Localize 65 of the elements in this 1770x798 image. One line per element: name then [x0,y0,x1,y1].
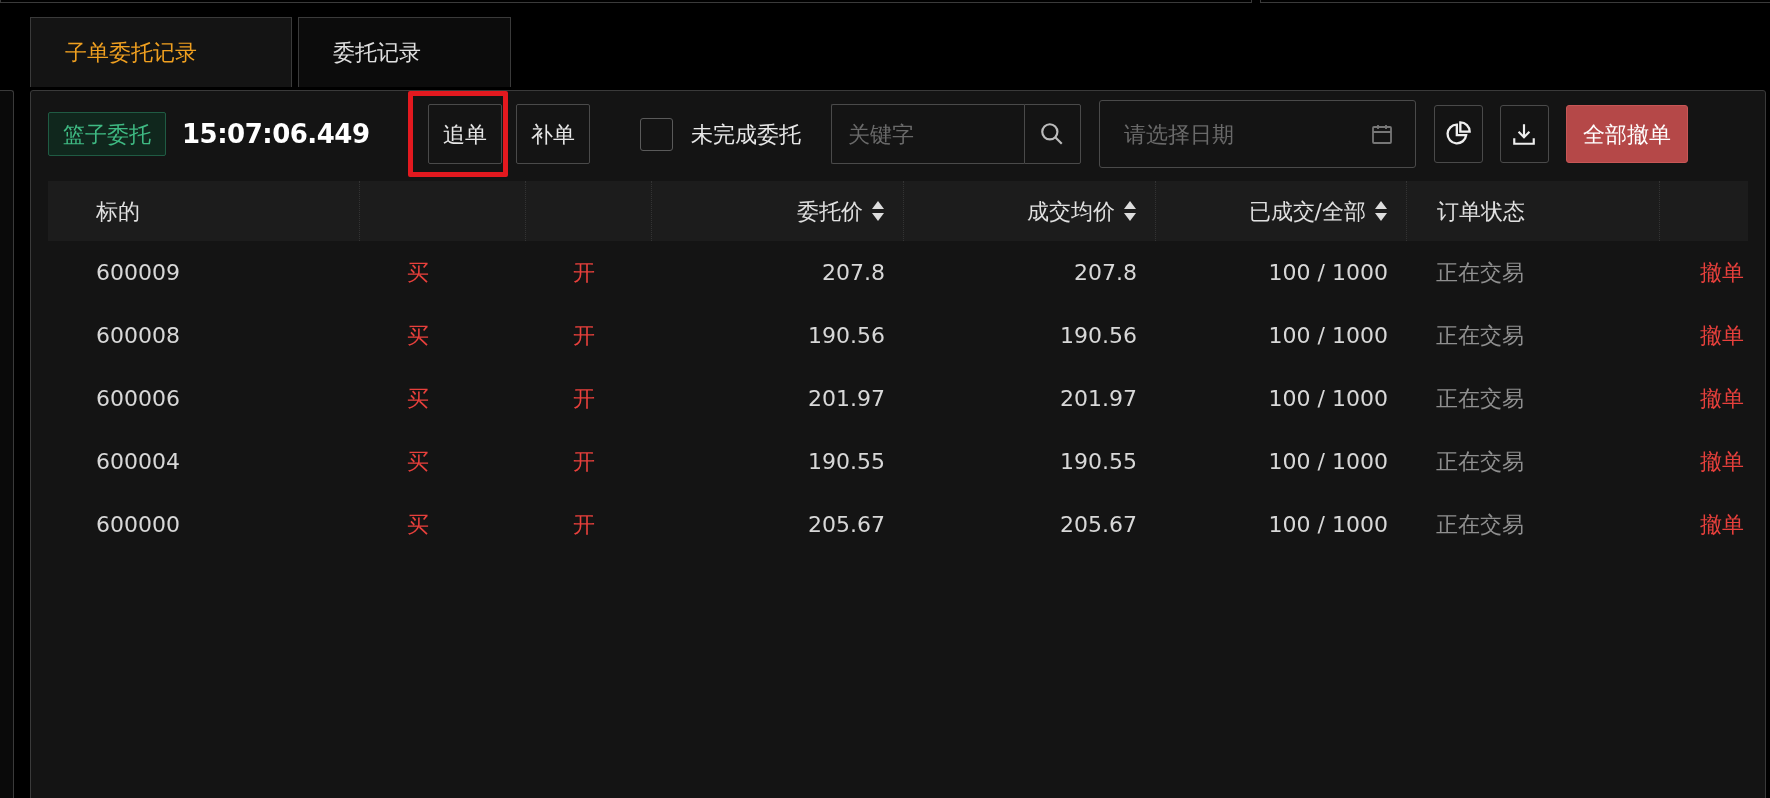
time-text: 15:07:06.449 [182,117,370,151]
date-field[interactable]: 请选择日期 [1098,100,1416,168]
status-cell-text: 正在交易 [1436,385,1524,413]
avg-price-cell-text: 201.97 [1060,385,1137,413]
symbol-cell-text: 600006 [96,385,180,413]
side-cell-text: 买 [407,448,429,476]
status-cell-text: 正在交易 [1436,511,1524,539]
search-icon [1039,121,1065,147]
offset-cell-text: 开 [573,322,595,350]
avg-price-cell-text: 205.67 [1060,511,1137,539]
symbol-cell-text: 600008 [96,322,180,350]
price-cell-text: 207.8 [822,259,885,287]
search-button[interactable] [1023,104,1081,164]
filled-cell-text: 100 / 1000 [1268,259,1388,287]
cancel-link[interactable]: 撤单 [1700,382,1744,415]
calendar-icon [1369,122,1394,146]
side-cell-text: 买 [407,259,429,287]
sort-icon[interactable] [1374,199,1388,223]
side-cell-text: 买 [407,322,429,350]
filled-cell-text: 100 / 1000 [1268,385,1388,413]
price-cell-text: 201.97 [808,385,885,413]
column-header: 标的 [96,197,140,226]
basket-tag: 篮子委托 [48,112,166,156]
avg-price-cell-text: 190.55 [1060,448,1137,476]
order-button[interactable]: 追单 [427,104,502,164]
side-cell-text: 买 [407,511,429,539]
sort-icon[interactable] [871,199,885,223]
checkbox-label[interactable]: 未完成委托 [690,117,801,151]
price-cell-text: 190.56 [808,322,885,350]
offset-cell-text: 开 [573,511,595,539]
status-cell-text: 正在交易 [1436,448,1524,476]
cancel-all-button[interactable]: 全部撤单 [1565,105,1688,163]
offset-cell-text: 开 [573,385,595,413]
avg-price-cell-text: 207.8 [1074,259,1137,287]
column-header[interactable]: 委托价 [797,194,863,228]
chart-button[interactable] [1433,105,1483,163]
column-header: 订单状态 [1437,197,1525,226]
filled-cell-text: 100 / 1000 [1268,448,1388,476]
status-cell-text: 正在交易 [1436,259,1524,287]
download-button[interactable] [1499,105,1549,163]
column-header[interactable]: 成交均价 [1027,194,1115,228]
status-cell-text: 正在交易 [1436,322,1524,350]
cancel-link[interactable]: 撤单 [1700,508,1744,541]
filled-cell-text: 100 / 1000 [1268,511,1388,539]
cancel-link[interactable]: 撤单 [1700,445,1744,478]
offset-cell-text: 开 [573,448,595,476]
price-cell-text: 205.67 [808,511,885,539]
download-icon [1511,121,1537,147]
offset-cell-text: 开 [573,259,595,287]
price-cell-text: 190.55 [808,448,885,476]
symbol-cell-text: 600009 [96,259,180,287]
cancel-link[interactable]: 撤单 [1700,319,1744,352]
search-field[interactable]: 关键字 [830,104,1024,164]
tab[interactable]: 委托记录 [298,17,511,87]
cancel-link[interactable]: 撤单 [1700,256,1744,289]
checkbox[interactable] [639,117,673,151]
order-button[interactable]: 补单 [515,104,590,164]
filled-cell-text: 100 / 1000 [1268,322,1388,350]
sort-icon[interactable] [1123,199,1137,223]
column-header[interactable]: 已成交/全部 [1248,194,1366,228]
symbol-cell-text: 600004 [96,448,180,476]
side-cell-text: 买 [407,385,429,413]
avg-price-cell-text: 190.56 [1060,322,1137,350]
symbol-cell-text: 600000 [96,511,180,539]
tab[interactable]: 子单委托记录 [30,17,292,87]
